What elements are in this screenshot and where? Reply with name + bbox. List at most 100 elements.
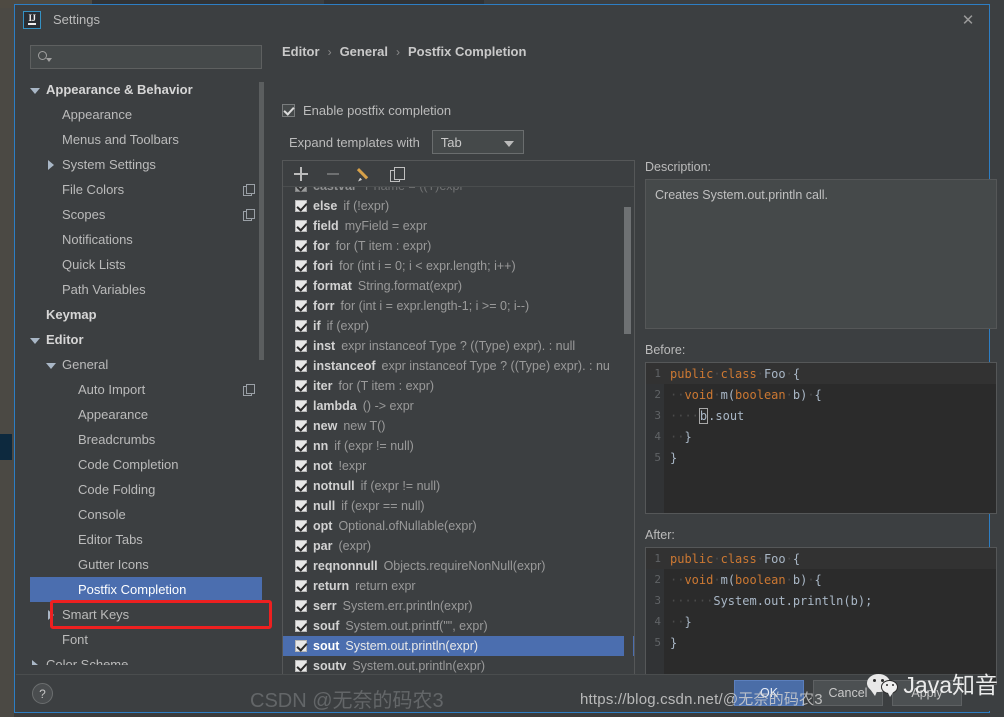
plus-icon[interactable] [293, 166, 309, 182]
template-row[interactable]: soutv System.out.println(expr) [283, 656, 634, 676]
template-row[interactable]: opt Optional.ofNullable(expr) [283, 516, 634, 536]
template-row[interactable]: castvar T name = ((T)expr [283, 187, 634, 196]
template-row[interactable]: else if (!expr) [283, 196, 634, 216]
close-icon[interactable]: ✕ [957, 9, 979, 31]
sidebar-item-postfix-completion[interactable]: Postfix Completion [30, 577, 262, 602]
template-checkbox[interactable] [295, 540, 307, 552]
template-row[interactable]: forr for (int i = expr.length-1; i >= 0; … [283, 296, 634, 316]
template-checkbox[interactable] [295, 460, 307, 472]
template-checkbox[interactable] [295, 300, 307, 312]
cancel-button[interactable]: Cancel [813, 680, 883, 706]
template-row[interactable]: if if (expr) [283, 316, 634, 336]
template-checkbox[interactable] [295, 520, 307, 532]
template-row[interactable]: for for (T item : expr) [283, 236, 634, 256]
sidebar-item-file-colors[interactable]: File Colors [30, 177, 262, 202]
template-key: else [313, 199, 338, 213]
template-checkbox[interactable] [295, 340, 307, 352]
sidebar-item-menus-and-toolbars[interactable]: Menus and Toolbars [30, 127, 262, 152]
template-checkbox[interactable] [295, 380, 307, 392]
template-checkbox[interactable] [295, 240, 307, 252]
sidebar-item-appearance[interactable]: Appearance [30, 402, 262, 427]
template-row[interactable]: nn if (expr != null) [283, 436, 634, 456]
sidebar-item-appearance[interactable]: Appearance [30, 102, 262, 127]
sidebar-item-system-settings[interactable]: System Settings [30, 152, 262, 177]
chevron-right-icon[interactable] [46, 159, 56, 170]
template-row[interactable]: format String.format(expr) [283, 276, 634, 296]
template-checkbox[interactable] [295, 200, 307, 212]
template-checkbox[interactable] [295, 600, 307, 612]
template-checkbox[interactable] [295, 260, 307, 272]
template-row[interactable]: serr System.err.println(expr) [283, 596, 634, 616]
chevron-right-icon[interactable] [46, 609, 56, 620]
template-row[interactable]: iter for (T item : expr) [283, 376, 634, 396]
template-checkbox[interactable] [295, 580, 307, 592]
template-checkbox[interactable] [295, 560, 307, 572]
enable-postfix-completion-checkbox[interactable] [282, 104, 295, 117]
sidebar-item-code-completion[interactable]: Code Completion [30, 452, 262, 477]
templates-list[interactable]: castvar T name = ((T)expr else if (!expr) fi… [283, 187, 634, 690]
sidebar-item-scopes[interactable]: Scopes [30, 202, 262, 227]
minus-icon[interactable] [325, 166, 341, 182]
apply-button[interactable]: Apply [892, 680, 962, 706]
templates-scrollbar-thumb[interactable] [624, 207, 631, 334]
sidebar-item-console[interactable]: Console [30, 502, 262, 527]
template-checkbox[interactable] [295, 187, 307, 192]
template-checkbox[interactable] [295, 640, 307, 652]
template-row[interactable]: notnull if (expr != null) [283, 476, 634, 496]
search-input[interactable] [55, 50, 261, 64]
template-checkbox[interactable] [295, 440, 307, 452]
sidebar-item-keymap[interactable]: Keymap [30, 302, 262, 327]
chevron-down-icon[interactable] [30, 335, 40, 345]
settings-tree[interactable]: Appearance & Behavior Appearance Menus and… [30, 77, 262, 665]
template-checkbox[interactable] [295, 400, 307, 412]
sidebar-item-editor-tabs[interactable]: Editor Tabs [30, 527, 262, 552]
ok-button[interactable]: OK [734, 680, 804, 706]
sidebar-item-code-folding[interactable]: Code Folding [30, 477, 262, 502]
sidebar-item-general[interactable]: General [30, 352, 262, 377]
template-row[interactable]: inst expr instanceof Type ? ((Type) expr)… [283, 336, 634, 356]
template-row[interactable]: return return expr [283, 576, 634, 596]
template-row[interactable]: reqnonnull Objects.requireNonNull(expr) [283, 556, 634, 576]
copy-icon[interactable] [389, 166, 405, 182]
template-checkbox[interactable] [295, 420, 307, 432]
sidebar-item-smart-keys[interactable]: Smart Keys [30, 602, 262, 627]
template-row[interactable]: instanceof expr instanceof Type ? ((Type)… [283, 356, 634, 376]
template-row[interactable]: sout System.out.println(expr) [283, 636, 634, 656]
templates-scrollbar-track[interactable] [624, 187, 633, 690]
template-row[interactable]: souf System.out.printf("", expr) [283, 616, 634, 636]
enable-postfix-completion-row[interactable]: Enable postfix completion [282, 103, 451, 118]
search-box[interactable] [30, 45, 262, 69]
template-checkbox[interactable] [295, 660, 307, 672]
sidebar-item-editor[interactable]: Editor [30, 327, 262, 352]
chevron-right-icon[interactable] [30, 659, 40, 665]
template-checkbox[interactable] [295, 620, 307, 632]
sidebar-scrollbar-thumb[interactable] [259, 82, 264, 360]
template-row[interactable]: fori for (int i = 0; i < expr.length; i++… [283, 256, 634, 276]
sidebar-item-quick-lists[interactable]: Quick Lists [30, 252, 262, 277]
sidebar-item-font[interactable]: Font [30, 627, 262, 652]
chevron-down-icon[interactable] [46, 360, 56, 370]
sidebar-item-auto-import[interactable]: Auto Import [30, 377, 262, 402]
template-row[interactable]: null if (expr == null) [283, 496, 634, 516]
chevron-down-icon[interactable] [30, 85, 40, 95]
template-checkbox[interactable] [295, 480, 307, 492]
sidebar-item-path-variables[interactable]: Path Variables [30, 277, 262, 302]
template-row[interactable]: field myField = expr [283, 216, 634, 236]
template-checkbox[interactable] [295, 320, 307, 332]
pencil-icon[interactable] [357, 166, 373, 182]
sidebar-item-gutter-icons[interactable]: Gutter Icons [30, 552, 262, 577]
help-button[interactable]: ? [32, 683, 53, 704]
template-checkbox[interactable] [295, 280, 307, 292]
template-row[interactable]: par (expr) [283, 536, 634, 556]
template-checkbox[interactable] [295, 220, 307, 232]
sidebar-item-color-scheme[interactable]: Color Scheme [30, 652, 262, 665]
template-row[interactable]: not !expr [283, 456, 634, 476]
expand-templates-select[interactable]: Tab [431, 130, 524, 154]
sidebar-item-notifications[interactable]: Notifications [30, 227, 262, 252]
sidebar-item-appearance-behavior[interactable]: Appearance & Behavior [30, 77, 262, 102]
template-row[interactable]: new new T() [283, 416, 634, 436]
sidebar-item-breadcrumbs[interactable]: Breadcrumbs [30, 427, 262, 452]
template-checkbox[interactable] [295, 360, 307, 372]
template-row[interactable]: lambda () -> expr [283, 396, 634, 416]
template-checkbox[interactable] [295, 500, 307, 512]
